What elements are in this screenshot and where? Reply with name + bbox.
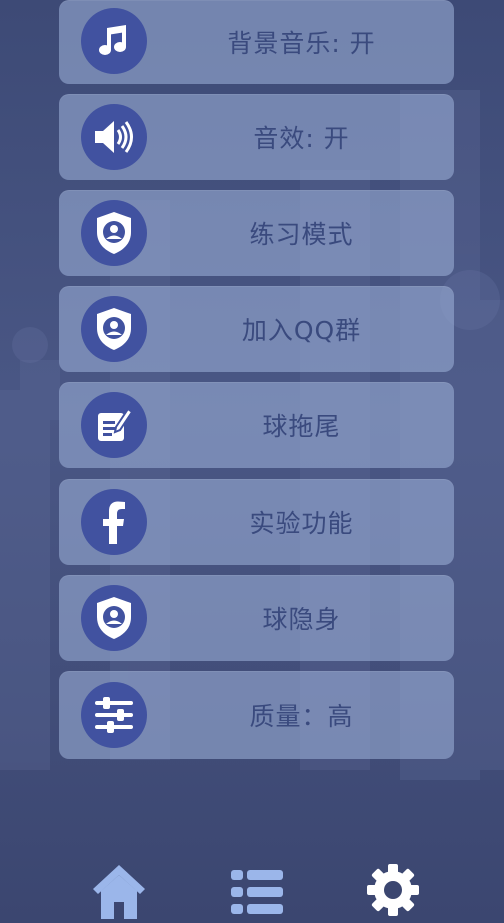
experimental-features-label: 实验功能: [249, 509, 354, 538]
ball-trail-button[interactable]: 球拖尾: [59, 382, 454, 468]
background-music-toggle[interactable]: 背景音乐: 开: [59, 0, 454, 84]
list-icon: [231, 870, 283, 914]
background-music-label: 背景音乐: 开: [227, 29, 376, 58]
home-button[interactable]: [88, 859, 150, 921]
experimental-features-button[interactable]: 实验功能: [59, 479, 454, 565]
music-note-icon: [81, 8, 147, 74]
settings-button[interactable]: [362, 859, 424, 921]
invisible-ball-button[interactable]: 球隐身: [59, 575, 454, 661]
sliders-icon: [81, 682, 147, 748]
practice-mode-label: 练习模式: [249, 220, 354, 249]
invisible-ball-label: 球隐身: [262, 605, 341, 634]
practice-mode-button[interactable]: 练习模式: [59, 190, 454, 276]
sound-effects-toggle[interactable]: 音效: 开: [59, 94, 454, 180]
join-qq-group-button[interactable]: 加入QQ群: [59, 286, 454, 372]
sound-effects-label: 音效: 开: [253, 124, 350, 153]
gear-icon: [367, 864, 419, 916]
shield-user-icon: [81, 585, 147, 651]
facebook-icon: [81, 489, 147, 555]
shield-user-icon: [81, 296, 147, 362]
quality-setting-label: 质量：高: [249, 702, 354, 731]
bottom-navigation: [0, 855, 504, 923]
ball-trail-label: 球拖尾: [262, 412, 341, 441]
list-button[interactable]: [226, 859, 288, 921]
join-qq-group-label: 加入QQ群: [241, 316, 362, 345]
edit-note-icon: [81, 392, 147, 458]
shield-user-icon: [81, 200, 147, 266]
home-icon: [93, 865, 145, 919]
speaker-icon: [81, 104, 147, 170]
quality-setting-button[interactable]: 质量：高: [59, 671, 454, 759]
